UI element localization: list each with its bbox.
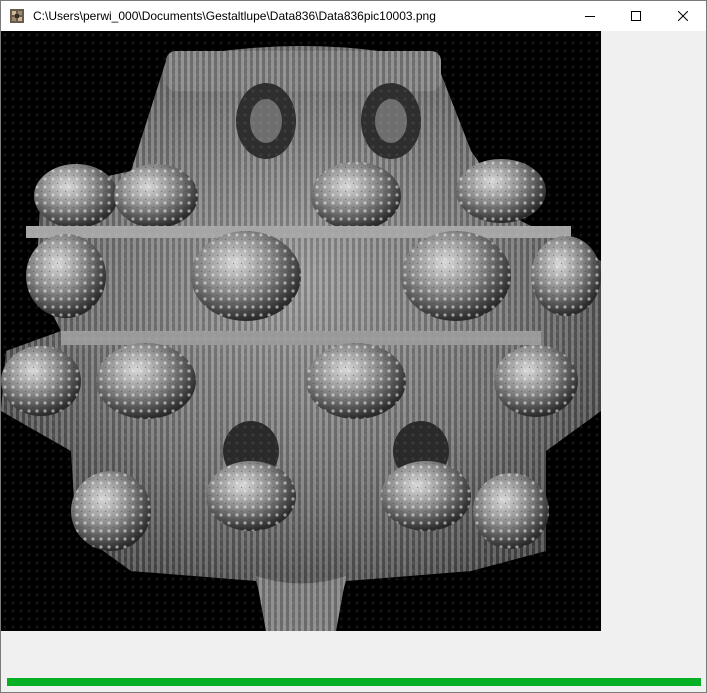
close-icon (678, 11, 688, 21)
app-window: C:\Users\perwi_000\Documents\Gestaltlupe… (0, 0, 707, 693)
maximize-button[interactable] (613, 1, 659, 31)
progress-bar (7, 678, 701, 686)
fractal-image (1, 31, 601, 631)
fractal-app-icon[interactable] (10, 9, 24, 23)
title-bar[interactable]: C:\Users\perwi_000\Documents\Gestaltlupe… (1, 1, 706, 31)
fractal-render-graphic (1, 31, 601, 631)
maximize-icon (631, 11, 641, 21)
window-title: C:\Users\perwi_000\Documents\Gestaltlupe… (33, 9, 436, 23)
progress-fill (7, 678, 701, 686)
close-button[interactable] (660, 1, 706, 31)
minimize-icon (585, 16, 595, 17)
minimize-button[interactable] (567, 1, 613, 31)
